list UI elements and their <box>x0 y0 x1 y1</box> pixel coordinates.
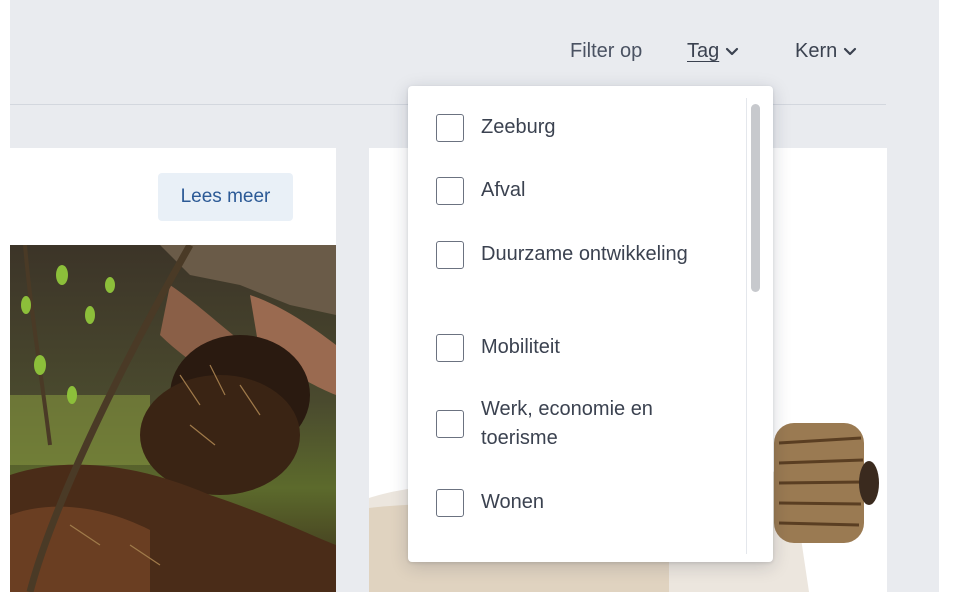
option-label: Afval <box>481 179 526 201</box>
option-afval[interactable]: Afval <box>436 176 721 205</box>
tab-tag-label: Tag <box>687 40 720 62</box>
option-duurzame-ontwikkeling[interactable]: Duurzame ontwikkeling <box>436 240 721 269</box>
option-label: Duurzame ontwikkeling <box>481 243 688 265</box>
left-edge <box>0 0 10 592</box>
checkbox-empty-icon[interactable] <box>436 410 464 438</box>
option-zeeburg[interactable]: Zeeburg <box>436 113 721 142</box>
read-more-button[interactable]: Lees meer <box>158 173 293 221</box>
filter-label: Filter op <box>570 40 643 62</box>
checkbox-empty-icon[interactable] <box>436 176 464 205</box>
article-image-soil <box>10 245 336 592</box>
option-wonen[interactable]: Wonen <box>436 488 721 517</box>
checkbox-empty-icon[interactable] <box>436 333 464 362</box>
checkbox-empty-icon[interactable] <box>436 240 464 269</box>
tab-tag[interactable]: Tag <box>687 40 739 63</box>
option-mobiliteit[interactable]: Mobiliteit <box>436 333 721 362</box>
right-edge <box>939 0 965 592</box>
chevron-down-icon <box>844 47 857 55</box>
option-label: Wonen <box>481 491 545 513</box>
article-card-left: Lees meer <box>10 148 336 592</box>
option-werk-economie-toerisme[interactable]: Werk, economie en toerisme <box>436 395 721 453</box>
option-label: Mobiliteit <box>481 336 560 358</box>
tab-kern[interactable]: Kern <box>795 40 857 63</box>
chevron-down-icon <box>726 47 739 55</box>
option-label: Werk, economie en toerisme <box>481 398 653 449</box>
option-label: Zeeburg <box>481 116 556 138</box>
dropdown-scrollbar-thumb[interactable] <box>751 104 760 292</box>
tab-kern-label: Kern <box>795 40 838 62</box>
checkbox-empty-icon[interactable] <box>436 113 464 142</box>
tag-dropdown: Zeeburg Afval Duurzame ontwikkeling Mobi… <box>408 86 773 562</box>
checkbox-empty-icon[interactable] <box>436 488 464 517</box>
